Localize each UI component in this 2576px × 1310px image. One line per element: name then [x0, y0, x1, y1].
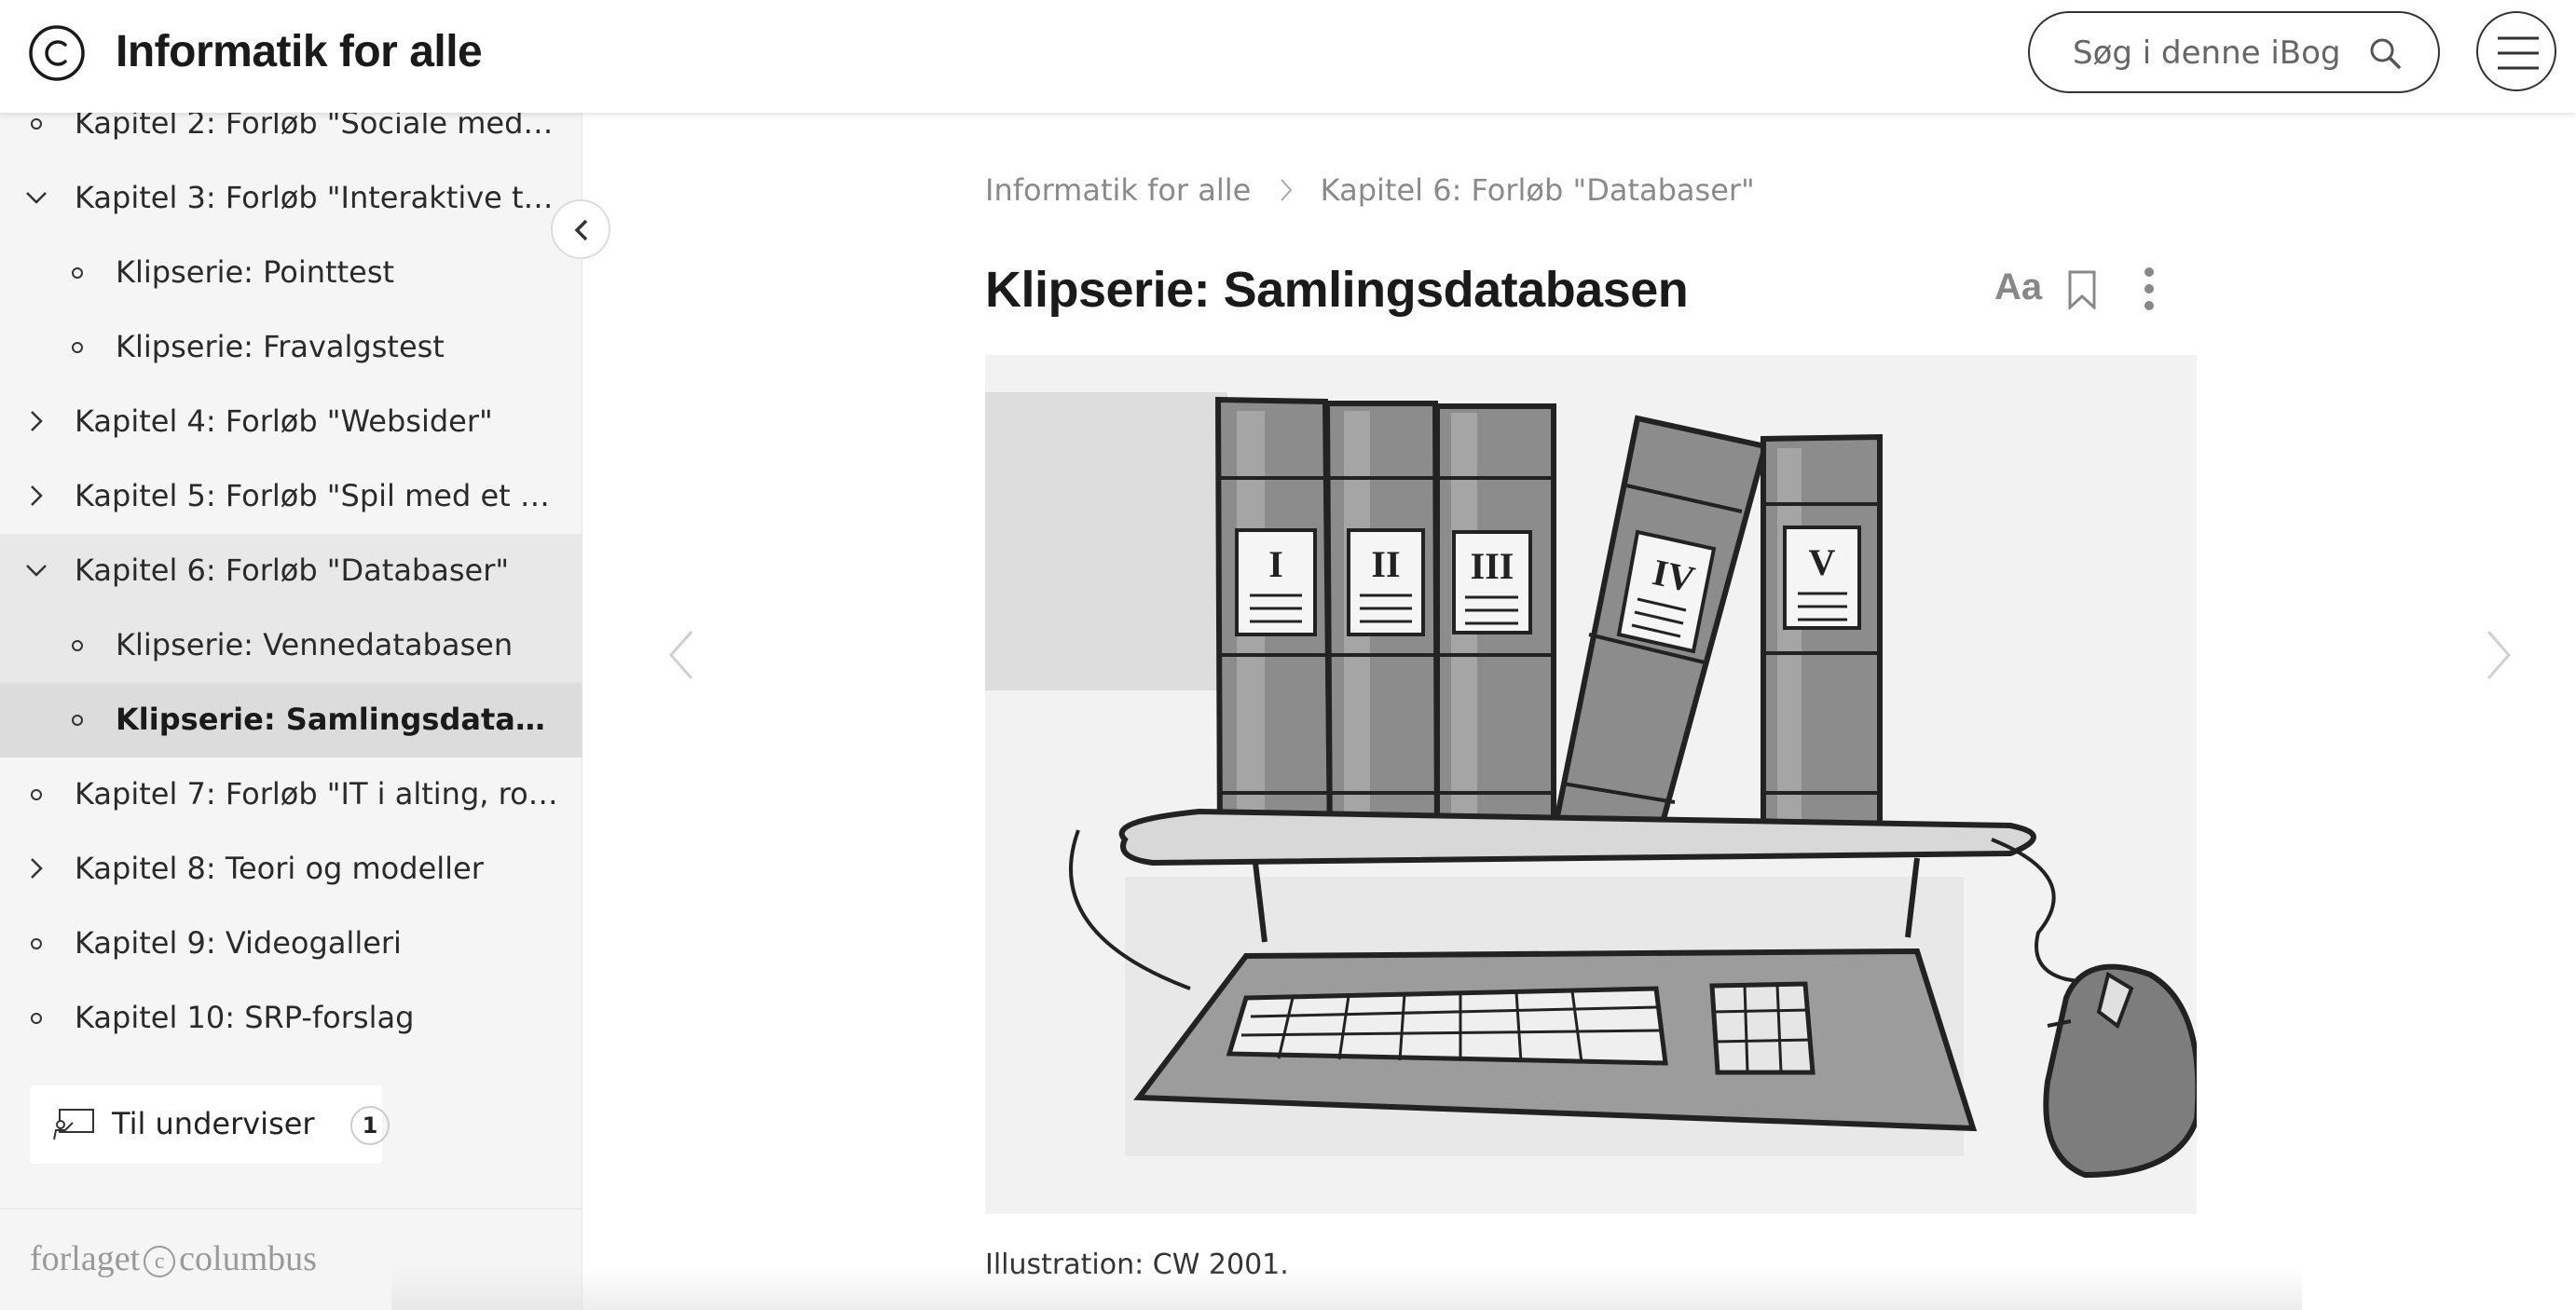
toc-item-samlingsdatabasen[interactable]: Klipserie: Samlingsdatabasen: [0, 683, 582, 757]
search-box[interactable]: [2028, 11, 2440, 93]
toc-item-label: Klipserie: Pointtest: [116, 254, 395, 290]
search-icon[interactable]: [2365, 34, 2406, 75]
notification-badge: 1: [350, 1106, 390, 1145]
spine-label: V: [1809, 541, 1836, 583]
toc-item-kapitel-2[interactable]: Kapitel 2: Forløb "Sociale medier, di...: [0, 113, 582, 161]
toc-item-fravalgstest[interactable]: Klipserie: Fravalgstest: [0, 310, 582, 385]
bullet-icon: [31, 789, 42, 800]
font-size-icon[interactable]: Aa: [1994, 266, 2042, 308]
next-page-arrow-icon[interactable]: [2485, 630, 2513, 680]
database-books-drawing: I II III IV V: [985, 355, 2201, 1214]
breadcrumb-chapter[interactable]: Kapitel 6: Forløb "Databaser": [1321, 172, 1755, 208]
bullet-icon: [72, 342, 83, 353]
hamburger-icon: [2498, 36, 2539, 70]
bullet-icon: [72, 640, 83, 651]
bookmark-icon[interactable]: [2067, 270, 2097, 309]
toc-item-kapitel-5[interactable]: Kapitel 5: Forløb "Spil med et buds...: [0, 459, 582, 534]
chevron-right-icon[interactable]: [24, 409, 48, 433]
teacher-board-icon: [53, 1109, 94, 1140]
toc-item-label: Kapitel 6: Forløb "Databaser": [75, 553, 510, 588]
spine-label: II: [1371, 543, 1400, 585]
page-title: Klipserie: Samlingsdatabasen: [985, 262, 1689, 318]
teacher-button-label: Til underviser: [112, 1106, 315, 1141]
chevron-right-icon[interactable]: [24, 856, 48, 880]
toc-sidebar: Kapitel 2: Forløb "Sociale medier, di...…: [0, 113, 582, 1310]
teacher-button[interactable]: Til underviser 1: [30, 1085, 390, 1164]
search-input[interactable]: [2073, 30, 2352, 76]
toc-item-label: Kapitel 5: Forløb "Spil med et buds...: [75, 478, 559, 513]
toc-item-label: Kapitel 3: Forløb "Interaktive test": [75, 180, 559, 215]
toc-item-label: Kapitel 7: Forløb "IT i alting, robott..…: [75, 776, 559, 812]
copyright-icon: c: [144, 1246, 176, 1277]
chevron-down-icon[interactable]: [24, 185, 48, 210]
figure-caption: Illustration: CW 2001.: [985, 1249, 1289, 1281]
illustration-image: I II III IV V: [985, 355, 2201, 1214]
breadcrumb: Informatik for alle Kapitel 6: Forløb "D…: [985, 171, 1755, 208]
spine-label: IV: [1649, 551, 1698, 600]
toc-item-label: Kapitel 9: Videogalleri: [75, 925, 402, 961]
toc-item-kapitel-3[interactable]: Kapitel 3: Forløb "Interaktive test": [0, 161, 582, 236]
bullet-icon: [31, 1013, 42, 1024]
toc-item-kapitel-10[interactable]: Kapitel 10: SRP-forslag: [0, 981, 582, 1056]
spine-label: III: [1471, 545, 1514, 587]
chevron-down-icon[interactable]: [24, 558, 48, 582]
toc-item-label: Kapitel 10: SRP-forslag: [75, 1000, 415, 1035]
copyright-logo-icon[interactable]: [28, 24, 86, 82]
toc-item-kapitel-4[interactable]: Kapitel 4: Forløb "Websider": [0, 385, 582, 459]
toc-item-label: Kapitel 8: Teori og modeller: [75, 851, 484, 886]
toc-item-label: Kapitel 4: Forløb "Websider": [75, 403, 493, 439]
toc-item-kapitel-7[interactable]: Kapitel 7: Forløb "IT i alting, robott..…: [0, 757, 582, 832]
publisher-name-right: columbus: [179, 1239, 317, 1278]
toc-item-label: Klipserie: Vennedatabasen: [116, 627, 514, 662]
collapse-sidebar-button[interactable]: [551, 199, 610, 259]
toc-item-kapitel-9[interactable]: Kapitel 9: Videogalleri: [0, 907, 582, 981]
top-header: Informatik for alle: [0, 0, 2576, 113]
more-vertical-icon[interactable]: [2140, 265, 2158, 313]
bullet-icon: [72, 715, 83, 726]
chevron-right-icon: [1280, 179, 1292, 201]
previous-page-arrow-icon[interactable]: [667, 630, 695, 680]
sidebar-divider: [0, 1208, 582, 1209]
toc-item-kapitel-8[interactable]: Kapitel 8: Teori og modeller: [0, 832, 582, 907]
toc-item-vennedatabasen[interactable]: Klipserie: Vennedatabasen: [0, 608, 582, 683]
bottom-fade: [391, 1267, 2302, 1310]
menu-button[interactable]: [2476, 11, 2556, 91]
spine-label: I: [1268, 543, 1283, 585]
toc-item-kapitel-6[interactable]: Kapitel 6: Forløb "Databaser": [0, 534, 582, 608]
bullet-icon: [72, 267, 83, 279]
bullet-icon: [31, 118, 42, 130]
chevron-right-icon[interactable]: [24, 484, 48, 508]
breadcrumb-home[interactable]: Informatik for alle: [985, 172, 1251, 208]
bullet-icon: [31, 938, 42, 949]
app-title[interactable]: Informatik for alle: [116, 26, 483, 77]
chevron-left-icon: [574, 219, 588, 241]
toc-item-label: Kapitel 2: Forløb "Sociale medier, di...: [75, 113, 559, 141]
publisher-name-left: forlaget: [30, 1239, 141, 1278]
toc-item-label: Klipserie: Fravalgstest: [116, 329, 445, 364]
toc-item-pointtest[interactable]: Klipserie: Pointtest: [0, 236, 582, 310]
toc-item-label: Klipserie: Samlingsdatabasen: [116, 702, 563, 737]
publisher-logo[interactable]: forlaget c columbus: [30, 1238, 317, 1279]
